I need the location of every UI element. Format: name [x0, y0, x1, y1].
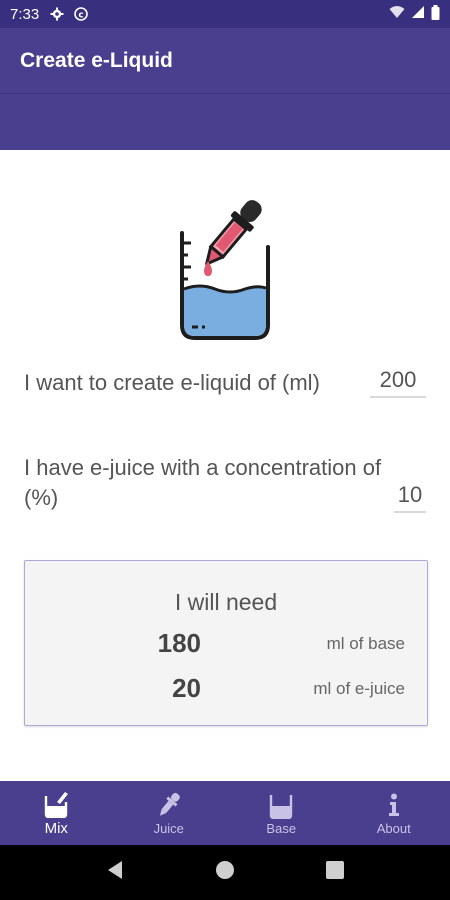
nav-label-base: Base	[266, 820, 297, 836]
nav-label-mix: Mix	[44, 819, 68, 837]
volume-label: I want to create e-liquid of (ml)	[24, 370, 320, 395]
wifi-icon	[389, 5, 405, 23]
result-card: I will need 180 ml of base 20 ml of e-ju…	[24, 560, 428, 726]
home-icon[interactable]	[215, 860, 235, 885]
signal-icon	[411, 5, 425, 23]
nav-label-juice: Juice	[153, 820, 184, 836]
ejuice-amount: 20	[172, 673, 201, 703]
app-bar: Create e-Liquid	[0, 28, 450, 94]
beaker-icon	[267, 791, 295, 819]
result-title: I will need	[174, 589, 278, 615]
ejuice-unit: ml of e-juice	[313, 678, 405, 698]
bottom-navigation: Mix Juice Base About	[0, 781, 450, 845]
svg-text:c: c	[79, 11, 84, 21]
dropper-icon	[155, 791, 183, 819]
status-time: 7:33	[10, 5, 40, 23]
sync-icon: c	[73, 6, 89, 22]
beaker-dropper-illustration	[160, 185, 290, 345]
concentration-input[interactable]: 10	[394, 482, 426, 513]
status-bar: 7:33 c	[0, 0, 450, 28]
nav-item-about[interactable]: About	[338, 781, 450, 845]
page-title: Create e-Liquid	[20, 48, 173, 72]
base-amount: 180	[157, 628, 201, 658]
app-screen: 7:33 c Create e-Liquid I want to create …	[0, 0, 450, 900]
nav-item-base[interactable]: Base	[225, 781, 338, 845]
info-icon	[380, 791, 408, 819]
system-navigation-bar	[0, 845, 450, 900]
concentration-label: I have e-juice with a concentration of (…	[24, 455, 382, 510]
volume-row: I want to create e-liquid of (ml) 200	[24, 367, 426, 398]
header-band	[0, 94, 450, 150]
back-icon[interactable]	[106, 860, 124, 885]
nav-item-mix[interactable]: Mix	[0, 781, 113, 845]
mix-icon	[42, 790, 70, 818]
volume-input[interactable]: 200	[370, 367, 426, 398]
nav-label-about: About	[376, 820, 411, 836]
base-unit: ml of base	[326, 633, 405, 653]
ejuice-result-row: 20 ml of e-juice	[25, 673, 427, 704]
base-result-row: 180 ml of base	[25, 628, 427, 659]
nav-item-juice[interactable]: Juice	[113, 781, 226, 845]
gear-icon	[49, 6, 65, 22]
battery-icon	[431, 4, 440, 24]
recents-icon[interactable]	[326, 861, 345, 884]
concentration-row: I have e-juice with a concentration of (…	[24, 453, 426, 513]
